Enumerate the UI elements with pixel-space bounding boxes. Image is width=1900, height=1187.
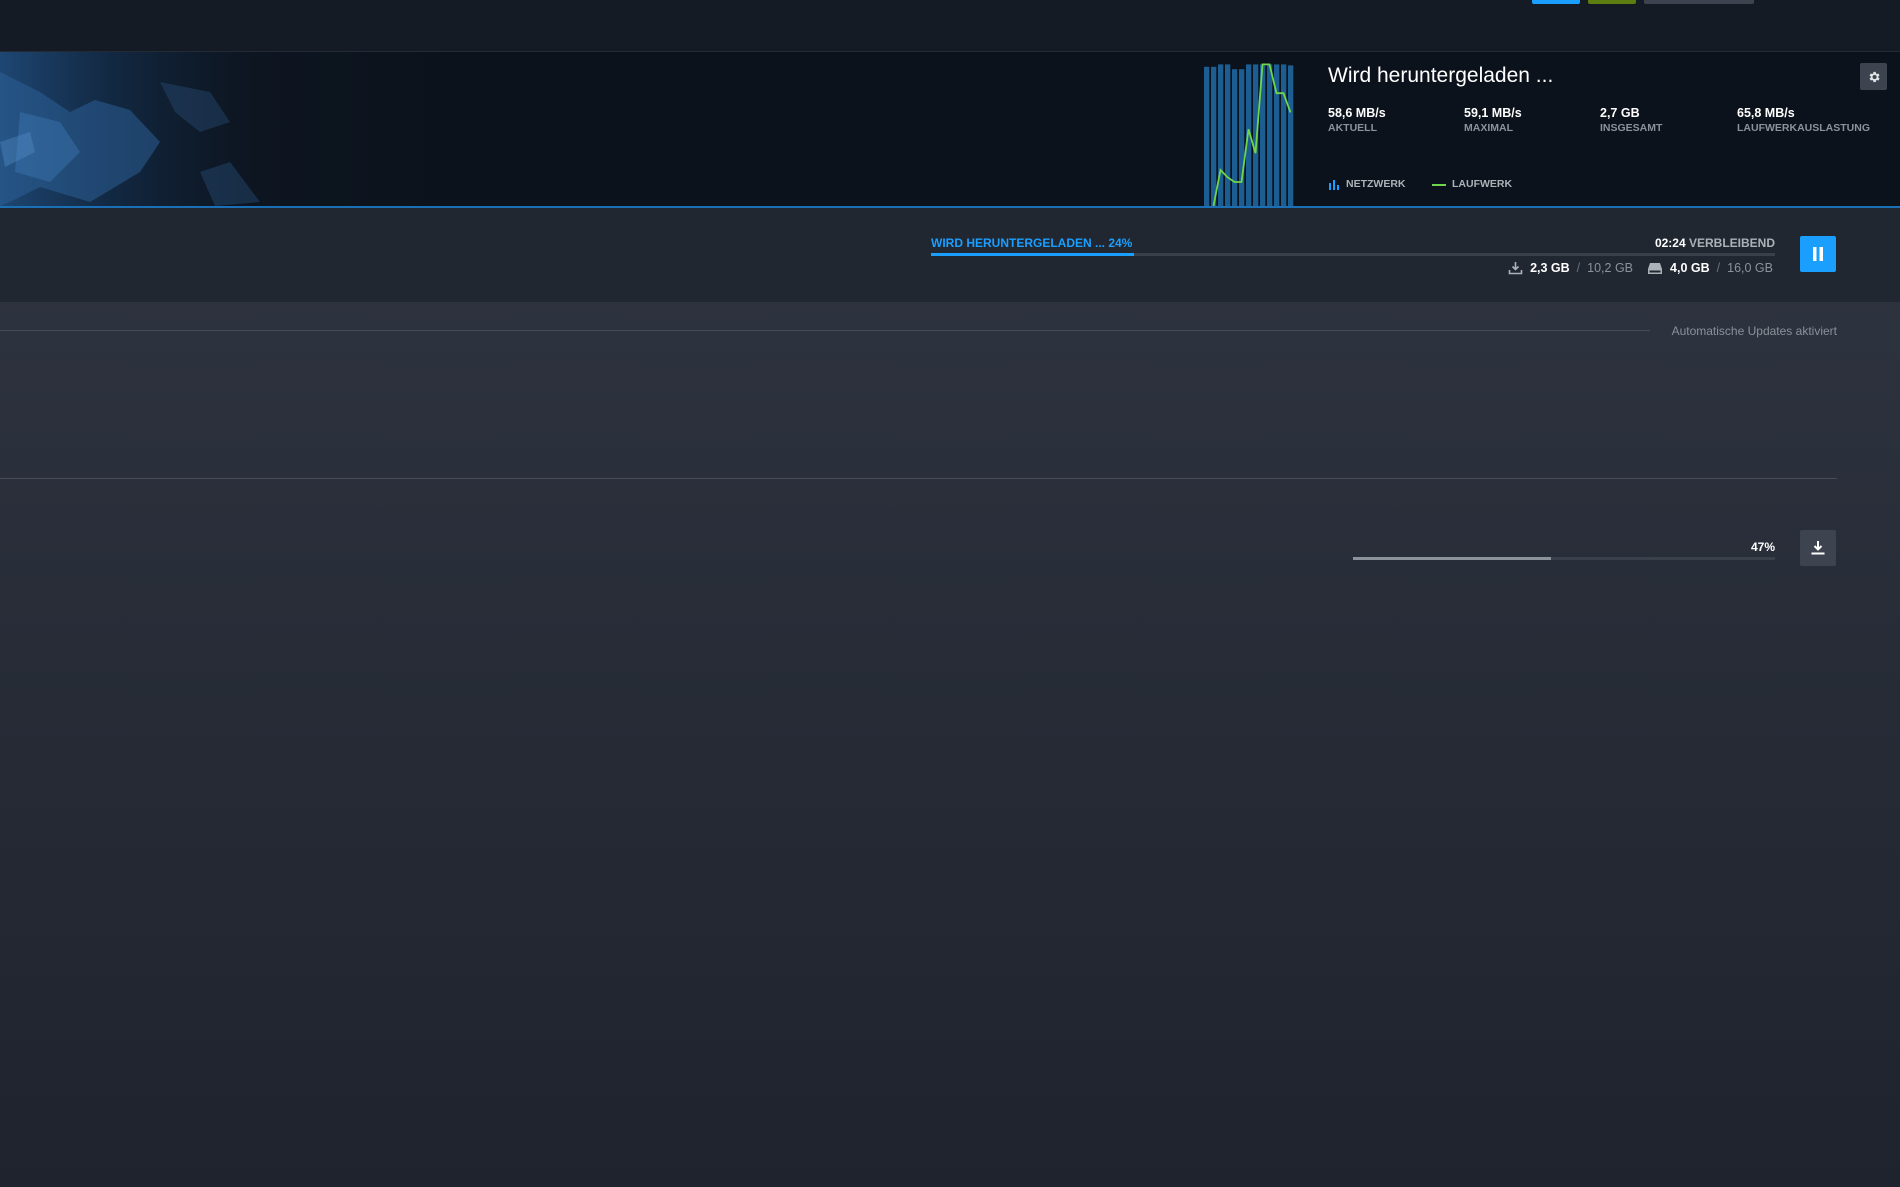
download-icon [1811,541,1825,555]
disk-total: 16,0 GB [1727,261,1773,275]
queue-progress-fill [1353,557,1552,560]
network-bar [1211,66,1217,206]
time-remaining-label: VERBLEIBEND [1688,236,1775,250]
game-art-image [0,52,560,206]
network-bar [1232,69,1238,206]
store-tab-indicator[interactable] [1532,0,1580,4]
download-progress-bar [931,253,1775,256]
stat-peak-label: MAXIMAL [1464,122,1513,134]
stat-current: 58,6 MB/s AKTUELL [1328,106,1386,134]
bar-chart-icon [1329,179,1339,190]
download-progress-fill [931,253,1134,256]
stat-disk-usage-label: LAUFWERKAUSLASTUNG [1737,122,1870,134]
network-bar [1239,69,1245,206]
time-remaining-value: 02:24 [1654,236,1686,250]
queue-percent: 47% [1750,540,1775,554]
queue-progress-bar [1353,557,1775,560]
download-separator: / [1576,261,1581,275]
legend-disk: LAUFWERK [1432,178,1512,190]
stat-disk-usage: 65,8 MB/s LAUFWERKAUSLASTUNG [1737,106,1870,134]
disk-separator: / [1716,261,1721,275]
network-bar [1288,65,1294,206]
download-settings-button[interactable] [1860,63,1887,90]
download-current: 2,3 GB [1530,261,1570,275]
queue-divider [0,478,1837,479]
stat-total: 2,7 GB INSGESAMT [1600,106,1662,134]
auto-updates-label: Automatische Updates aktiviert [1671,324,1837,338]
queue-download-button[interactable] [1800,530,1836,566]
download-progress-label: WIRD HERUNTERGELADEN ... 24% [931,236,1133,250]
legend-network-label: NETZWERK [1346,178,1406,190]
line-icon [1432,183,1446,186]
library-tab-indicator[interactable] [1588,0,1636,4]
disk-icon [1647,262,1663,275]
download-sizes: 2,3 GB / 10,2 GB 4,0 GB / 16,0 GB [1508,261,1773,275]
pause-button[interactable] [1800,236,1836,272]
network-bar [1225,64,1231,206]
download-graph [1204,63,1294,206]
download-title: Wird heruntergeladen ... [1328,64,1554,87]
stat-peak: 59,1 MB/s MAXIMAL [1464,106,1522,134]
legend-disk-label: LAUFWERK [1452,178,1513,190]
stat-peak-value: 59,1 MB/s [1464,106,1522,120]
download-icon [1508,261,1523,275]
stat-current-value: 58,6 MB/s [1328,106,1386,120]
legend-network: NETZWERK [1328,178,1406,190]
network-bar [1267,64,1273,206]
download-total: 10,2 GB [1587,261,1634,275]
auto-updates-divider [0,330,1650,331]
disk-current: 4,0 GB [1670,261,1710,275]
stat-disk-usage-value: 65,8 MB/s [1737,106,1795,120]
profile-tab-indicator[interactable] [1644,0,1754,4]
pause-icon [1813,247,1823,261]
top-bar [0,0,1900,52]
network-bar [1218,64,1224,206]
network-bar [1204,66,1210,206]
stat-total-label: INSGESAMT [1600,122,1663,134]
gear-icon [1869,71,1880,82]
stat-current-label: AKTUELL [1328,122,1377,134]
download-header: Wird heruntergeladen ... 58,6 MB/s AKTUE… [0,52,1900,208]
time-remaining: 02:24 VERBLEIBEND [1655,236,1775,250]
network-bar [1281,64,1287,206]
stat-total-value: 2,7 GB [1600,106,1640,120]
